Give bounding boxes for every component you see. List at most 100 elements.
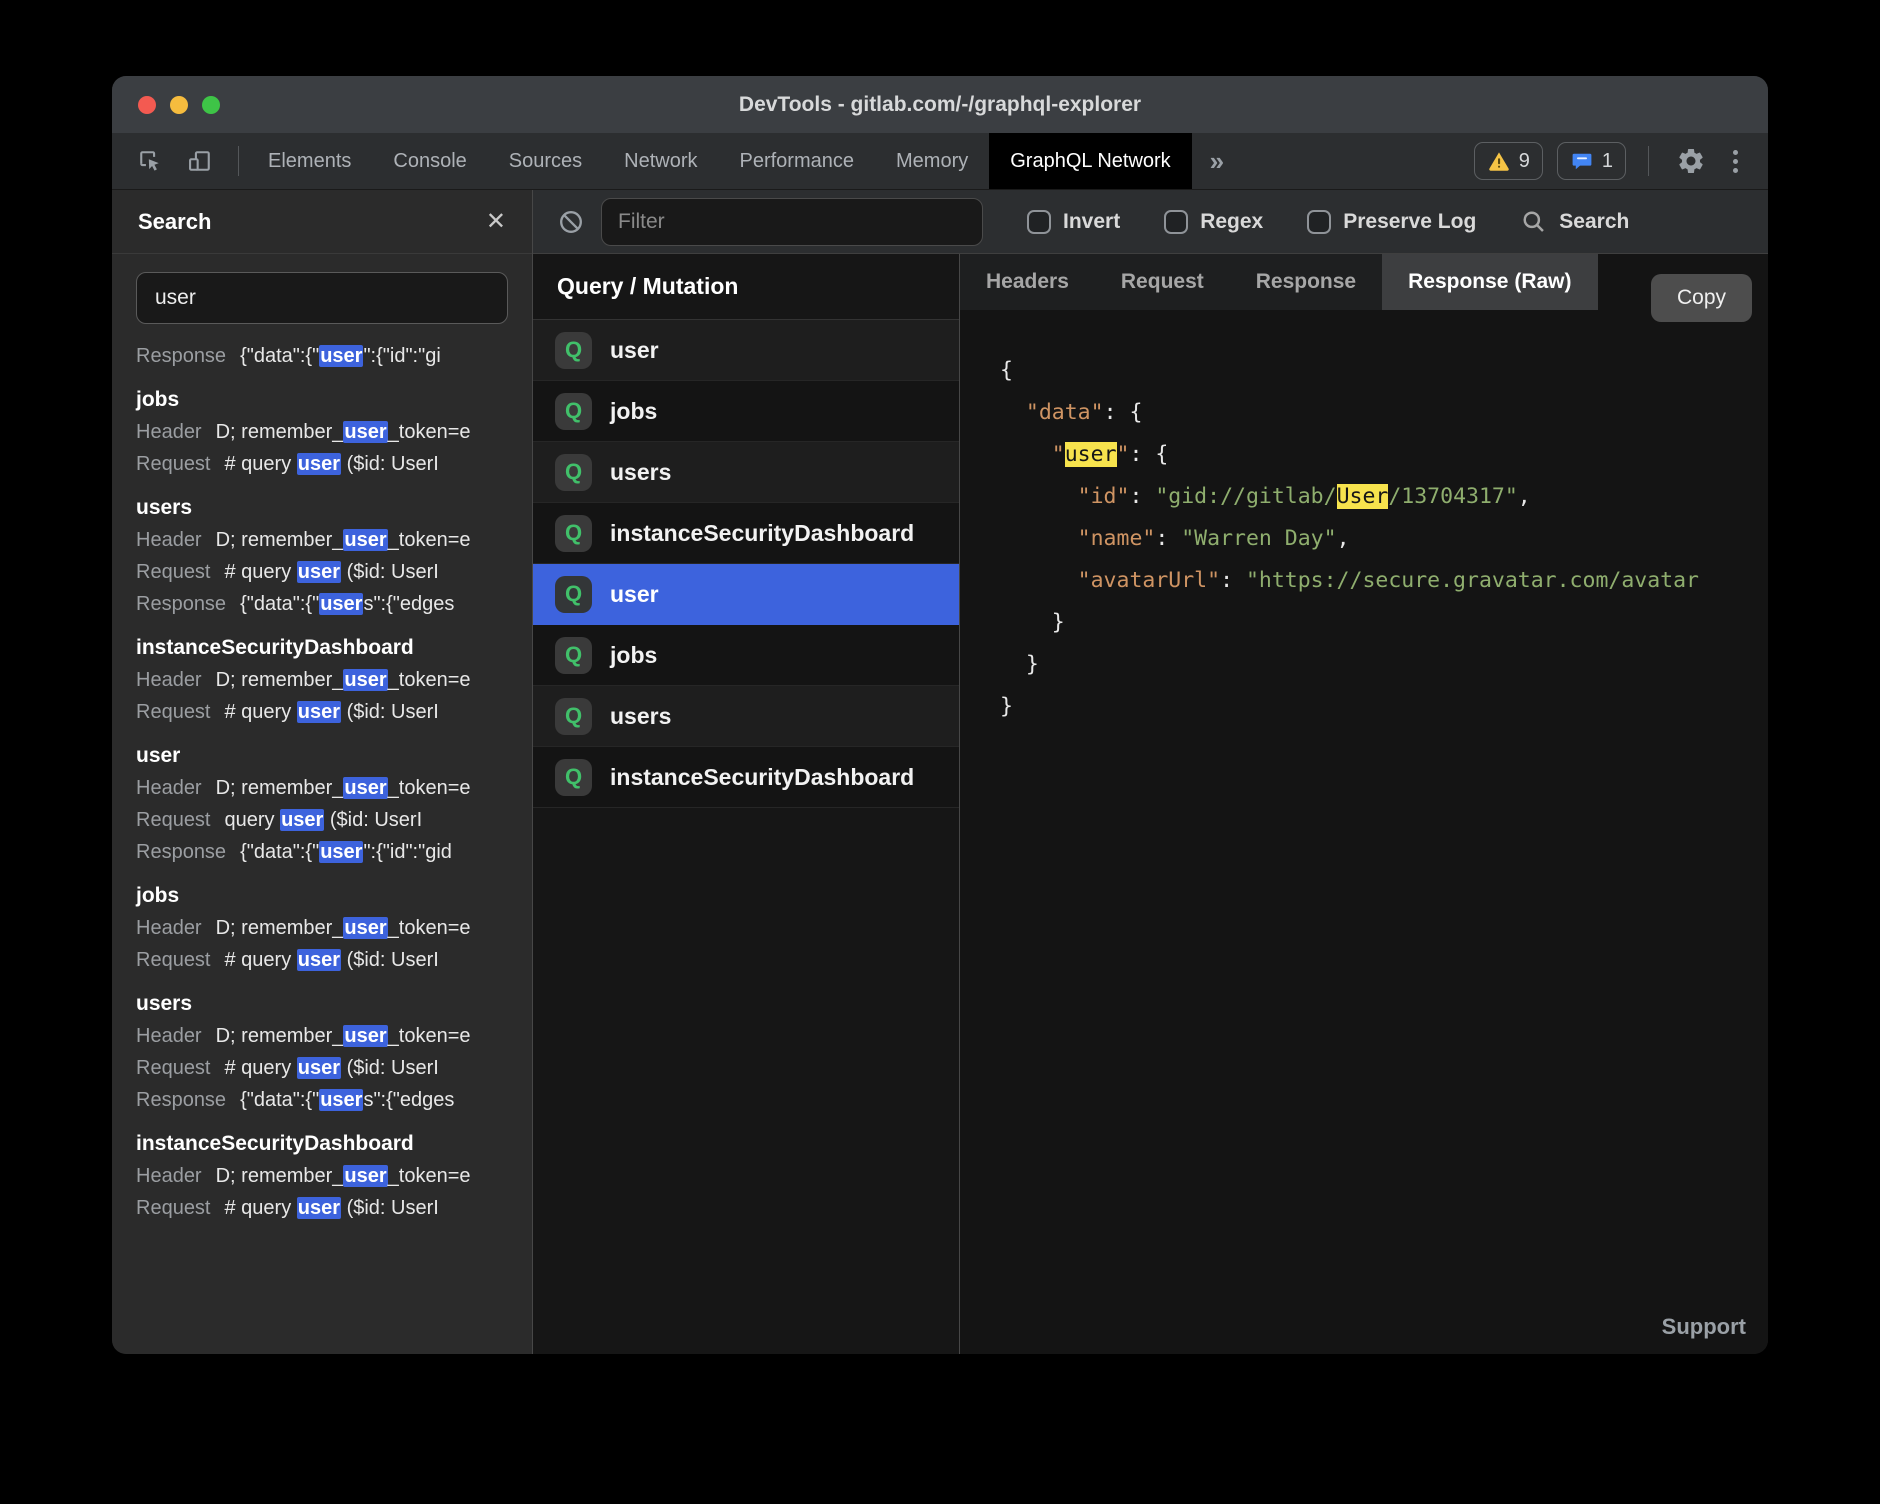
search-result-line[interactable]: Response{"data":{"user":{"id":"gi xyxy=(136,345,508,368)
search-result-label: Request xyxy=(136,453,211,475)
tab-response[interactable]: Response xyxy=(1230,254,1382,310)
search-result-line[interactable]: Request# query user ($id: UserI xyxy=(136,561,508,584)
message-icon xyxy=(1570,149,1594,173)
search-panel-title: Search xyxy=(138,209,486,235)
tab-response-raw[interactable]: Response (Raw) xyxy=(1382,254,1597,310)
filter-input[interactable] xyxy=(601,198,983,246)
search-section-title: users xyxy=(136,496,508,520)
invert-checkbox[interactable] xyxy=(1027,210,1051,234)
search-result-text: _token=e xyxy=(388,669,471,691)
query-list-item[interactable]: Qusers xyxy=(533,686,959,747)
close-search-icon[interactable]: ✕ xyxy=(486,207,506,236)
errors-badge[interactable]: 9 xyxy=(1474,142,1543,180)
preserve-log-checkbox[interactable] xyxy=(1307,210,1331,234)
search-result-line[interactable]: Request# query user ($id: UserI xyxy=(136,453,508,476)
checkbox-preserve-log[interactable]: Preserve Log xyxy=(1307,210,1476,234)
tab-headers[interactable]: Headers xyxy=(960,254,1095,310)
search-result-text: {"data":{" xyxy=(240,593,319,615)
search-result-label: Request xyxy=(136,949,211,971)
checkbox-regex[interactable]: Regex xyxy=(1164,210,1263,234)
filter-search-button[interactable]: Search xyxy=(1520,208,1629,235)
code-indent xyxy=(1000,568,1078,593)
more-tabs-button[interactable]: » xyxy=(1192,133,1242,189)
search-match-highlight: user xyxy=(343,529,387,551)
search-result-text: ($id: UserI xyxy=(341,561,439,583)
search-result-line[interactable]: HeaderD; remember_user_token=e xyxy=(136,421,508,444)
devtools-window: DevTools - gitlab.com/-/graphql-explorer… xyxy=(112,76,1768,1354)
search-result-line[interactable]: Request# query user ($id: UserI xyxy=(136,701,508,724)
search-result-line[interactable]: Response{"data":{"user":{"id":"gid xyxy=(136,841,508,864)
tab-network[interactable]: Network xyxy=(603,133,718,189)
query-item-label: user xyxy=(610,337,659,364)
response-raw-code: { "data": { "user": { "id": "gid://gitla… xyxy=(960,310,1768,1354)
query-list-item[interactable]: QinstanceSecurityDashboard xyxy=(533,503,959,564)
issue-count: 1 xyxy=(1602,150,1613,173)
tab-sources[interactable]: Sources xyxy=(488,133,603,189)
query-item-label: users xyxy=(610,459,671,486)
query-list-item[interactable]: Qjobs xyxy=(533,381,959,442)
search-result-text: ($id: UserI xyxy=(341,1197,439,1219)
search-result-line[interactable]: Requestquery user ($id: UserI xyxy=(136,809,508,832)
search-result-text: _token=e xyxy=(388,1165,471,1187)
query-list-item[interactable]: QinstanceSecurityDashboard xyxy=(533,747,959,808)
support-link[interactable]: Support xyxy=(1662,1314,1746,1340)
search-result-text: {"data":{" xyxy=(240,841,319,863)
search-result-line[interactable]: Request# query user ($id: UserI xyxy=(136,1197,508,1220)
search-result-text: _token=e xyxy=(388,1025,471,1047)
code-token: : { xyxy=(1104,400,1143,425)
settings-gear-icon[interactable] xyxy=(1671,141,1711,181)
search-result-line[interactable]: Response{"data":{"users":{"edges xyxy=(136,593,508,616)
toolbar-separator xyxy=(1648,146,1649,176)
search-match-highlight: user xyxy=(343,669,387,691)
search-result-text: ":{"id":"gi xyxy=(363,345,440,367)
code-token: , xyxy=(1518,484,1531,509)
search-result-line[interactable]: Response{"data":{"users":{"edges xyxy=(136,1089,508,1112)
search-result-line[interactable]: Request# query user ($id: UserI xyxy=(136,1057,508,1080)
search-result-text: # query xyxy=(225,1057,297,1079)
more-options-icon[interactable] xyxy=(1725,150,1746,173)
search-result-line[interactable]: HeaderD; remember_user_token=e xyxy=(136,917,508,940)
tab-graphql-network[interactable]: GraphQL Network xyxy=(989,133,1191,189)
search-result-text: D; remember_ xyxy=(216,917,344,939)
query-list-item[interactable]: Quser xyxy=(533,320,959,381)
code-token: /13704317" xyxy=(1388,484,1517,509)
search-result-line[interactable]: Request# query user ($id: UserI xyxy=(136,949,508,972)
regex-checkbox[interactable] xyxy=(1164,210,1188,234)
code-line: } xyxy=(1000,686,1768,728)
code-line: { xyxy=(1000,350,1768,392)
search-result-text: query xyxy=(225,809,281,831)
search-result-line[interactable]: HeaderD; remember_user_token=e xyxy=(136,1165,508,1188)
search-result-label: Response xyxy=(136,345,226,367)
query-list-item[interactable]: Quser xyxy=(533,564,959,625)
query-list-item[interactable]: Qjobs xyxy=(533,625,959,686)
search-input[interactable] xyxy=(136,272,508,324)
search-result-line[interactable]: HeaderD; remember_user_token=e xyxy=(136,1025,508,1048)
tab-elements[interactable]: Elements xyxy=(247,133,372,189)
search-result-text: ":{"id":"gid xyxy=(363,841,451,863)
search-result-text: # query xyxy=(225,453,297,475)
search-result-text: D; remember_ xyxy=(216,1025,344,1047)
search-result-line[interactable]: HeaderD; remember_user_token=e xyxy=(136,669,508,692)
search-result-line[interactable]: HeaderD; remember_user_token=e xyxy=(136,777,508,800)
search-result-label: Header xyxy=(136,669,202,691)
tab-request[interactable]: Request xyxy=(1095,254,1230,310)
error-count: 9 xyxy=(1519,150,1530,173)
query-list-item[interactable]: Qusers xyxy=(533,442,959,503)
issues-badge[interactable]: 1 xyxy=(1557,142,1626,180)
checkbox-invert[interactable]: Invert xyxy=(1027,210,1120,234)
search-result-label: Request xyxy=(136,809,211,831)
tab-performance[interactable]: Performance xyxy=(719,133,876,189)
devtools-toolbar: ElementsConsoleSourcesNetworkPerformance… xyxy=(112,133,1768,190)
device-toolbar-icon[interactable] xyxy=(180,141,220,181)
search-result-text: ($id: UserI xyxy=(341,701,439,723)
inspect-element-icon[interactable] xyxy=(130,141,170,181)
block-requests-icon[interactable] xyxy=(557,208,585,236)
tab-memory[interactable]: Memory xyxy=(875,133,989,189)
code-token: "gid://gitlab/ xyxy=(1155,484,1336,509)
code-token: "name" xyxy=(1078,526,1156,551)
tab-console[interactable]: Console xyxy=(372,133,487,189)
search-result-text: # query xyxy=(225,1197,297,1219)
search-section-title: instanceSecurityDashboard xyxy=(136,636,508,660)
search-result-line[interactable]: HeaderD; remember_user_token=e xyxy=(136,529,508,552)
copy-button[interactable]: Copy xyxy=(1651,274,1752,322)
